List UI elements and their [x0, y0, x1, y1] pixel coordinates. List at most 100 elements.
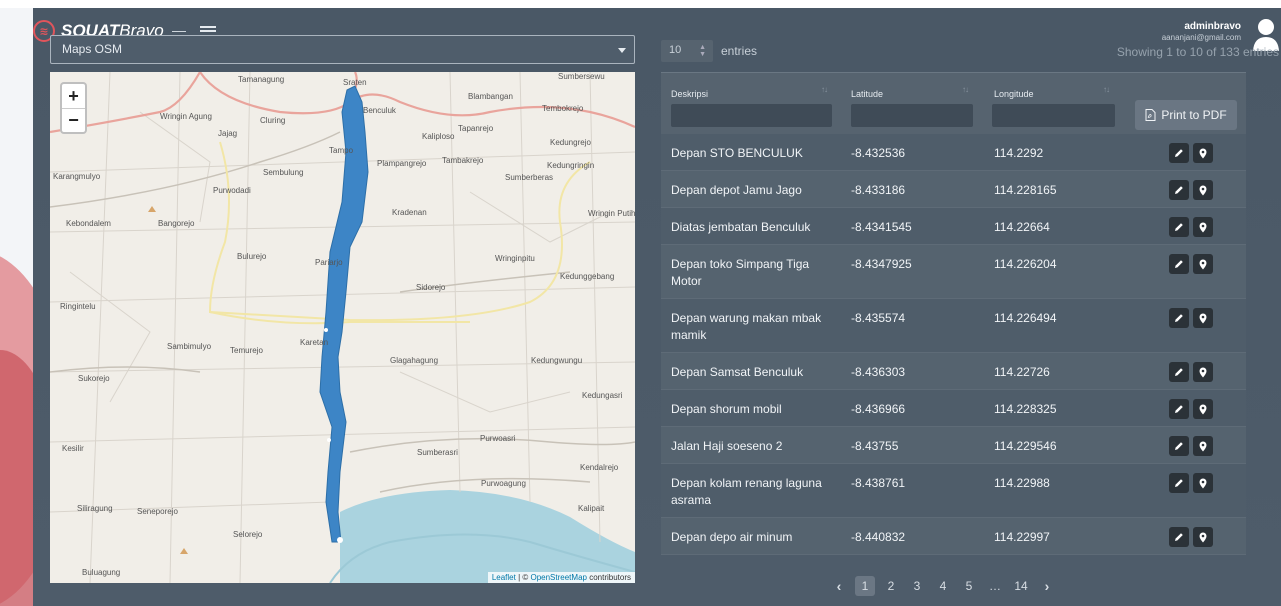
place-label: Sraten	[343, 78, 367, 87]
main-panel: ≋ SQUATBravo Maps OSM Tamanagung Sraten …	[33, 8, 1281, 606]
pagination-page-4[interactable]: 4	[933, 576, 953, 596]
edit-button[interactable]	[1169, 143, 1189, 163]
place-label: Sembulung	[263, 168, 304, 177]
edit-button[interactable]	[1169, 527, 1189, 547]
cell-deskripsi: Depan Samsat Benculuk	[671, 365, 804, 379]
column-header-latitude[interactable]: Latitude	[851, 89, 883, 99]
map-view[interactable]: Tamanagung Sraten Sumbersewu Blambangan …	[50, 72, 635, 583]
leaflet-link[interactable]: Leaflet	[492, 573, 516, 582]
print-to-pdf-button[interactable]: Print to PDF	[1135, 100, 1237, 130]
place-label: Purwodadi	[213, 186, 251, 195]
map-marker-icon	[1199, 404, 1207, 414]
place-label: Bulurejo	[237, 252, 267, 261]
cell-latitude: -8.436966	[851, 402, 906, 416]
edit-button[interactable]	[1169, 180, 1189, 200]
pagination-page-2[interactable]: 2	[881, 576, 901, 596]
edit-button[interactable]	[1169, 362, 1189, 382]
cell-deskripsi: Depan toko Simpang Tiga Motor	[671, 257, 810, 288]
sort-icon[interactable]: ↑↓	[1103, 85, 1110, 94]
table-row: Jalan Haji soeseno 2 -8.43755 114.229546	[661, 427, 1246, 464]
pencil-icon	[1175, 223, 1183, 231]
locate-button[interactable]	[1193, 362, 1213, 382]
cell-latitude: -8.438761	[851, 476, 906, 490]
filter-latitude-input[interactable]	[851, 104, 973, 127]
brand-divider	[171, 30, 186, 32]
pagination-page-6[interactable]: …	[985, 576, 1005, 596]
edit-button[interactable]	[1169, 436, 1189, 456]
cell-deskripsi: Depan warung makan mbak mamik	[671, 311, 822, 342]
row-actions	[1169, 436, 1213, 456]
edit-button[interactable]	[1169, 308, 1189, 328]
pencil-icon	[1175, 479, 1183, 487]
table-row: Depan STO BENCULUK -8.432536 114.2292	[661, 134, 1246, 171]
locate-button[interactable]	[1193, 473, 1213, 493]
cell-latitude: -8.440832	[851, 530, 906, 544]
place-label: Cluring	[260, 116, 286, 125]
edit-button[interactable]	[1169, 254, 1189, 274]
place-label: Sumberberas	[505, 173, 554, 182]
pencil-icon	[1175, 368, 1183, 376]
user-info: adminbravo aananjani@gmail.com	[1162, 21, 1241, 42]
place-label: Buluagung	[82, 568, 121, 577]
sort-icon[interactable]: ↑↓	[962, 85, 969, 94]
pagination-prev-button[interactable]: ‹	[829, 576, 849, 596]
pagination-page-3[interactable]: 3	[907, 576, 927, 596]
row-actions	[1169, 217, 1213, 237]
pagination-page-5[interactable]: 5	[959, 576, 979, 596]
locate-button[interactable]	[1193, 217, 1213, 237]
edit-button[interactable]	[1169, 217, 1189, 237]
place-label: Kedunggebang	[560, 272, 615, 281]
place-label: Sumbersewu	[558, 72, 605, 81]
filter-deskripsi-input[interactable]	[671, 104, 832, 127]
locate-button[interactable]	[1193, 308, 1213, 328]
place-label: Temurejo	[230, 346, 263, 355]
map-marker-icon	[1199, 222, 1207, 232]
row-actions	[1169, 473, 1213, 493]
edit-button[interactable]	[1169, 473, 1189, 493]
map-attribution: Leaflet | © OpenStreetMap contributors	[487, 572, 635, 583]
row-actions	[1169, 180, 1213, 200]
column-header-longitude[interactable]: Longitude	[994, 89, 1034, 99]
cell-deskripsi: Diatas jembatan Benculuk	[671, 220, 811, 234]
place-label: Tembokrejo	[542, 104, 584, 113]
sort-arrows-icon: ▲ ▼	[699, 44, 706, 58]
place-label: Wringin Putih	[588, 209, 635, 218]
table-row: Depan shorum mobil -8.436966 114.228325	[661, 390, 1246, 427]
sort-icon[interactable]: ↑↓	[821, 85, 828, 94]
edit-button[interactable]	[1169, 399, 1189, 419]
map-marker-icon	[1199, 441, 1207, 451]
locate-button[interactable]	[1193, 527, 1213, 547]
zoom-out-button[interactable]: −	[62, 108, 85, 132]
locate-button[interactable]	[1193, 436, 1213, 456]
locate-button[interactable]	[1193, 399, 1213, 419]
cell-deskripsi: Depan kolam renang laguna asrama	[671, 476, 822, 507]
place-label: Tambakrejo	[442, 156, 484, 165]
filter-longitude-input[interactable]	[992, 104, 1115, 127]
pagination-page-7[interactable]: 14	[1011, 576, 1031, 596]
locate-button[interactable]	[1193, 180, 1213, 200]
cell-deskripsi: Depan STO BENCULUK	[671, 146, 803, 160]
zoom-in-button[interactable]: +	[62, 84, 85, 108]
locate-button[interactable]	[1193, 254, 1213, 274]
map-layer-select[interactable]: Maps OSM	[50, 35, 635, 64]
place-label: Tampo	[329, 146, 354, 155]
openstreetmap-link[interactable]: OpenStreetMap	[530, 573, 586, 582]
place-label: Kendalrejo	[580, 463, 619, 472]
place-label: Purwoasri	[480, 434, 516, 443]
place-label: Karangmulyo	[53, 172, 101, 181]
pagination-next-button[interactable]: ›	[1037, 576, 1057, 596]
entries-select[interactable]: 10 ▲ ▼	[661, 40, 713, 62]
cell-latitude: -8.4341545	[851, 220, 912, 234]
zoom-control: + −	[60, 82, 87, 134]
place-label: Benculuk	[363, 106, 396, 115]
pagination-page-1[interactable]: 1	[855, 576, 875, 596]
locate-button[interactable]	[1193, 143, 1213, 163]
pdf-file-icon	[1145, 109, 1156, 121]
column-header-deskripsi[interactable]: Deskripsi	[671, 89, 708, 99]
cell-longitude: 114.226494	[994, 311, 1057, 325]
place-label: Jajag	[218, 129, 238, 138]
pencil-icon	[1175, 186, 1183, 194]
place-label: Sukorejo	[78, 374, 110, 383]
place-label: Seneporejo	[137, 507, 178, 516]
map-layer-select-value: Maps OSM	[62, 42, 123, 56]
